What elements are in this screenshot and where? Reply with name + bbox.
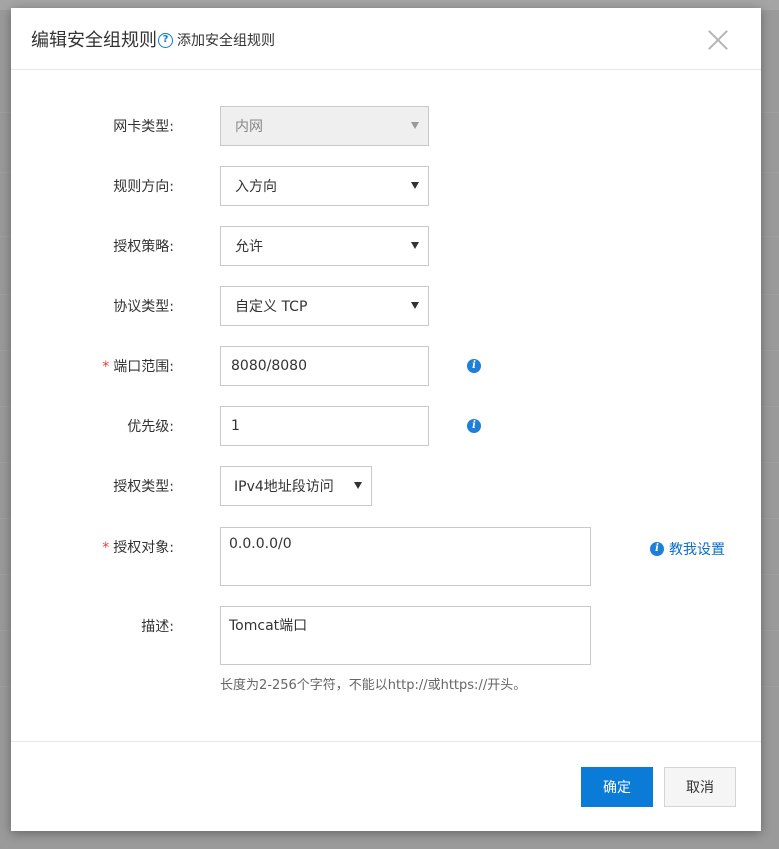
help-icon: ?: [158, 32, 173, 48]
dialog-title: 编辑安全组规则: [31, 30, 157, 51]
policy-select[interactable]: 允许: [220, 226, 429, 266]
help-link-label: 添加安全组规则: [177, 33, 275, 49]
nic-type-select[interactable]: 内网: [220, 106, 429, 146]
priority-input[interactable]: 1: [220, 406, 429, 446]
description-textarea[interactable]: Tomcat端口: [220, 606, 591, 665]
policy-value: 允许: [235, 239, 263, 255]
teach-me-label: 教我设置: [669, 542, 725, 558]
priority-info-icon[interactable]: i: [467, 419, 481, 433]
chevron-down-icon: [411, 122, 419, 129]
dialog-header: 编辑安全组规则 ? 添加安全组规则: [11, 8, 761, 70]
auth-type-select[interactable]: IPv4地址段访问: [220, 466, 372, 506]
dialog-footer-divider: [11, 741, 761, 742]
chevron-down-icon: [411, 182, 419, 189]
edit-security-rule-dialog: 编辑安全组规则 ? 添加安全组规则 网卡类型: 内网 规则方向: 入方向 授权策…: [11, 8, 761, 831]
description-value: Tomcat端口: [229, 618, 308, 634]
direction-value: 入方向: [235, 179, 277, 195]
required-mark: *: [102, 540, 110, 556]
auth-object-textarea[interactable]: 0.0.0.0/0: [220, 527, 591, 586]
protocol-label: 协议类型:: [113, 299, 174, 315]
info-icon: i: [650, 542, 664, 556]
add-rule-help-link[interactable]: ? 添加安全组规则: [158, 30, 275, 50]
direction-label: 规则方向:: [113, 179, 174, 195]
nic-type-label: 网卡类型:: [113, 119, 174, 135]
nic-type-value: 内网: [235, 119, 263, 135]
auth-type-label: 授权类型:: [113, 479, 174, 495]
auth-object-label: 授权对象:: [113, 540, 174, 556]
port-range-input[interactable]: 8080/8080: [220, 346, 429, 386]
policy-label: 授权策略:: [113, 239, 174, 255]
priority-value: 1: [231, 418, 240, 434]
port-range-label-wrap: * 端口范围:: [102, 356, 174, 376]
port-range-info-icon[interactable]: i: [467, 359, 481, 373]
chevron-down-icon: [411, 242, 419, 249]
auth-object-value: 0.0.0.0/0: [229, 536, 292, 552]
direction-select[interactable]: 入方向: [220, 166, 429, 206]
description-hint: 长度为2-256个字符，不能以http://或https://开头。: [220, 678, 527, 693]
teach-me-link[interactable]: i 教我设置: [650, 539, 725, 559]
confirm-button[interactable]: 确定: [581, 767, 653, 807]
protocol-select[interactable]: 自定义 TCP: [220, 286, 429, 326]
auth-object-label-wrap: * 授权对象:: [102, 537, 174, 557]
chevron-down-icon: [354, 482, 362, 489]
priority-label: 优先级:: [127, 419, 174, 435]
chevron-down-icon: [411, 302, 419, 309]
description-label: 描述:: [141, 619, 174, 635]
auth-type-value: IPv4地址段访问: [234, 479, 334, 495]
port-range-label: 端口范围:: [113, 359, 174, 375]
close-icon[interactable]: [707, 28, 729, 50]
cancel-button[interactable]: 取消: [664, 767, 736, 807]
required-mark: *: [102, 359, 110, 375]
port-range-value: 8080/8080: [231, 358, 307, 374]
protocol-value: 自定义 TCP: [235, 299, 308, 315]
